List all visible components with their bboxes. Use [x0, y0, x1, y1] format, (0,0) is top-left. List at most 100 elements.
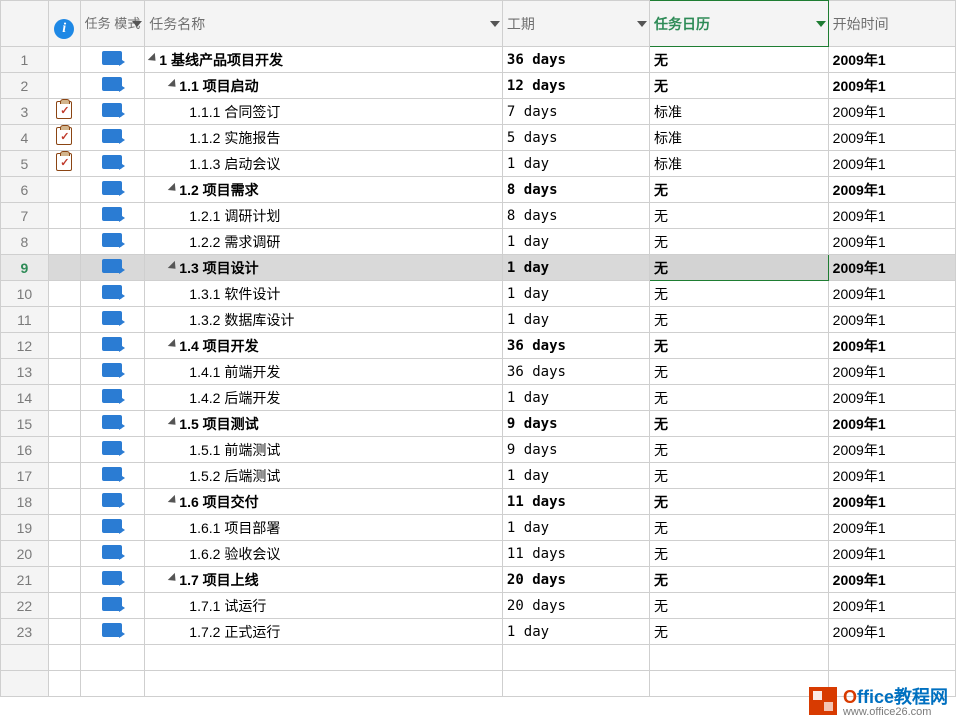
task-name-cell[interactable]: 1.1.3 启动会议 — [145, 151, 503, 177]
table-row[interactable]: 191.6.1 项目部署1 day无2009年1 — [1, 515, 956, 541]
header-name[interactable]: 任务名称 — [145, 1, 503, 47]
row-number[interactable]: 15 — [1, 411, 49, 437]
mode-cell[interactable] — [80, 203, 145, 229]
row-number[interactable]: 2 — [1, 73, 49, 99]
table-row[interactable]: 11 基线产品项目开发36 days无2009年1 — [1, 47, 956, 73]
mode-cell[interactable] — [80, 437, 145, 463]
row-number[interactable]: 18 — [1, 489, 49, 515]
row-number[interactable]: 7 — [1, 203, 49, 229]
mode-cell[interactable] — [80, 255, 145, 281]
duration-cell[interactable]: 36 days — [502, 47, 649, 73]
mode-cell[interactable] — [80, 125, 145, 151]
table-row[interactable]: 131.4.1 前端开发36 days无2009年1 — [1, 359, 956, 385]
header-rownum[interactable] — [1, 1, 49, 47]
start-cell[interactable]: 2009年1 — [828, 333, 955, 359]
info-cell[interactable] — [48, 593, 80, 619]
task-name-cell[interactable]: 1.2 项目需求 — [145, 177, 503, 203]
empty-cell[interactable] — [80, 671, 145, 697]
task-name-cell[interactable]: 1.1.2 实施报告 — [145, 125, 503, 151]
mode-cell[interactable] — [80, 385, 145, 411]
info-cell[interactable] — [48, 229, 80, 255]
task-name-cell[interactable]: 1.4 项目开发 — [145, 333, 503, 359]
calendar-cell[interactable]: 无 — [650, 307, 829, 333]
start-cell[interactable]: 2009年1 — [828, 593, 955, 619]
info-cell[interactable] — [48, 489, 80, 515]
collapse-icon[interactable] — [148, 52, 159, 63]
table-row[interactable]: 21.1 项目启动12 days无2009年1 — [1, 73, 956, 99]
mode-cell[interactable] — [80, 99, 145, 125]
row-number[interactable]: 3 — [1, 99, 49, 125]
empty-cell[interactable] — [1, 645, 49, 671]
duration-cell[interactable]: 12 days — [502, 73, 649, 99]
collapse-icon[interactable] — [168, 260, 179, 271]
duration-cell[interactable]: 1 day — [502, 619, 649, 645]
mode-cell[interactable] — [80, 333, 145, 359]
calendar-cell[interactable]: 无 — [650, 619, 829, 645]
calendar-cell[interactable]: 无 — [650, 255, 829, 281]
duration-cell[interactable]: 1 day — [502, 255, 649, 281]
calendar-cell[interactable]: 无 — [650, 47, 829, 73]
row-number[interactable]: 1 — [1, 47, 49, 73]
calendar-cell[interactable]: 无 — [650, 489, 829, 515]
empty-cell[interactable] — [48, 671, 80, 697]
task-name-cell[interactable]: 1 基线产品项目开发 — [145, 47, 503, 73]
collapse-icon[interactable] — [168, 182, 179, 193]
mode-cell[interactable] — [80, 515, 145, 541]
row-number[interactable]: 13 — [1, 359, 49, 385]
info-cell[interactable] — [48, 177, 80, 203]
mode-cell[interactable] — [80, 73, 145, 99]
start-cell[interactable]: 2009年1 — [828, 619, 955, 645]
calendar-cell[interactable]: 无 — [650, 567, 829, 593]
mode-cell[interactable] — [80, 541, 145, 567]
mode-cell[interactable] — [80, 593, 145, 619]
empty-cell[interactable] — [1, 671, 49, 697]
info-cell[interactable] — [48, 515, 80, 541]
row-number[interactable]: 5 — [1, 151, 49, 177]
duration-cell[interactable]: 9 days — [502, 437, 649, 463]
start-cell[interactable]: 2009年1 — [828, 125, 955, 151]
table-row[interactable]: 211.7 项目上线20 days无2009年1 — [1, 567, 956, 593]
task-name-cell[interactable]: 1.2.2 需求调研 — [145, 229, 503, 255]
task-name-cell[interactable]: 1.5.1 前端测试 — [145, 437, 503, 463]
info-cell[interactable] — [48, 151, 80, 177]
mode-cell[interactable] — [80, 619, 145, 645]
mode-cell[interactable] — [80, 567, 145, 593]
table-row[interactable]: 151.5 项目测试9 days无2009年1 — [1, 411, 956, 437]
table-row[interactable]: 141.4.2 后端开发1 day无2009年1 — [1, 385, 956, 411]
dropdown-icon[interactable] — [637, 21, 647, 27]
calendar-cell[interactable]: 无 — [650, 463, 829, 489]
duration-cell[interactable]: 11 days — [502, 489, 649, 515]
info-cell[interactable] — [48, 619, 80, 645]
start-cell[interactable]: 2009年1 — [828, 437, 955, 463]
table-row[interactable]: 221.7.1 试运行20 days无2009年1 — [1, 593, 956, 619]
task-name-cell[interactable]: 1.4.1 前端开发 — [145, 359, 503, 385]
row-number[interactable]: 10 — [1, 281, 49, 307]
task-name-cell[interactable]: 1.7.2 正式运行 — [145, 619, 503, 645]
mode-cell[interactable] — [80, 281, 145, 307]
dropdown-icon[interactable] — [816, 21, 826, 27]
start-cell[interactable]: 2009年1 — [828, 99, 955, 125]
header-duration[interactable]: 工期 — [502, 1, 649, 47]
empty-cell[interactable] — [650, 671, 829, 697]
calendar-cell[interactable]: 标准 — [650, 125, 829, 151]
info-cell[interactable] — [48, 125, 80, 151]
empty-cell[interactable] — [48, 645, 80, 671]
start-cell[interactable]: 2009年1 — [828, 73, 955, 99]
table-row[interactable]: 91.3 项目设计1 day无2009年1 — [1, 255, 956, 281]
task-name-cell[interactable]: 1.4.2 后端开发 — [145, 385, 503, 411]
start-cell[interactable]: 2009年1 — [828, 567, 955, 593]
table-row[interactable]: 41.1.2 实施报告5 days标准2009年1 — [1, 125, 956, 151]
duration-cell[interactable]: 36 days — [502, 359, 649, 385]
task-name-cell[interactable]: 1.5.2 后端测试 — [145, 463, 503, 489]
task-name-cell[interactable]: 1.1.1 合同签订 — [145, 99, 503, 125]
duration-cell[interactable]: 1 day — [502, 229, 649, 255]
row-number[interactable]: 22 — [1, 593, 49, 619]
table-row[interactable]: 121.4 项目开发36 days无2009年1 — [1, 333, 956, 359]
calendar-cell[interactable]: 无 — [650, 333, 829, 359]
duration-cell[interactable]: 7 days — [502, 99, 649, 125]
empty-cell[interactable] — [145, 645, 503, 671]
task-name-cell[interactable]: 1.3.1 软件设计 — [145, 281, 503, 307]
task-name-cell[interactable]: 1.7.1 试运行 — [145, 593, 503, 619]
duration-cell[interactable]: 1 day — [502, 385, 649, 411]
duration-cell[interactable]: 1 day — [502, 151, 649, 177]
